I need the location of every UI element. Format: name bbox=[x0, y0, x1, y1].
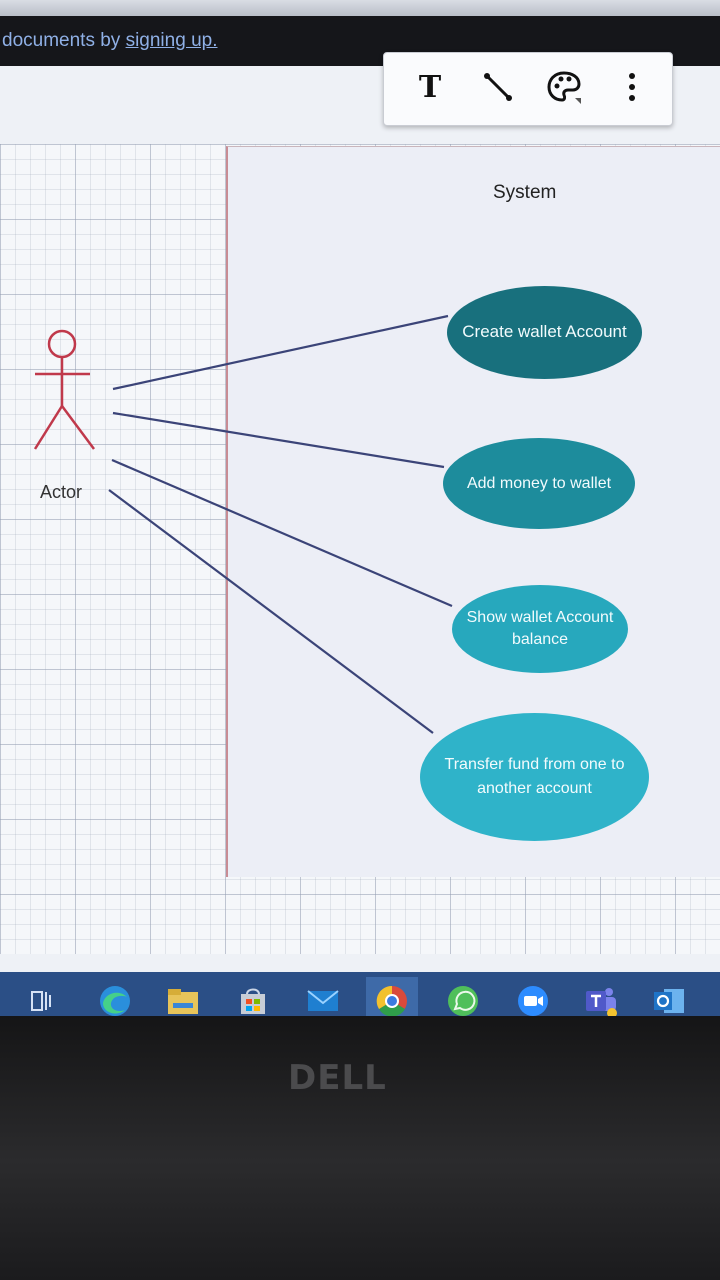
use-case-transfer-fund[interactable]: Transfer fund from one to another accoun… bbox=[420, 713, 649, 841]
use-case-label: Show wallet Account balance bbox=[466, 609, 614, 648]
association-line-1[interactable] bbox=[112, 314, 449, 391]
diagram-connectors bbox=[33, 314, 453, 734]
floating-toolbar: T bbox=[383, 52, 673, 126]
use-case-label: Create wallet Account bbox=[462, 322, 627, 342]
actor-left-leg bbox=[33, 405, 64, 450]
actor-figure[interactable] bbox=[33, 329, 96, 450]
screen: documents by signing up. System Actor Cr… bbox=[0, 16, 720, 1016]
chrome-icon[interactable] bbox=[366, 977, 418, 1016]
store-icon[interactable] bbox=[234, 982, 272, 1016]
use-case-show-balance[interactable]: Show wallet Account balance bbox=[452, 585, 628, 673]
actor-head bbox=[47, 329, 77, 359]
teams-icon[interactable] bbox=[582, 982, 620, 1016]
association-line-3[interactable] bbox=[111, 458, 453, 608]
actor-label: Actor bbox=[40, 482, 83, 502]
whatsapp-icon[interactable] bbox=[444, 982, 482, 1016]
line-tool-icon[interactable] bbox=[478, 67, 518, 107]
laptop-bezel bbox=[0, 1016, 720, 1280]
more-options-icon[interactable] bbox=[612, 67, 652, 107]
use-case-create-wallet[interactable]: Create wallet Account bbox=[447, 286, 642, 379]
use-case-add-money[interactable]: Add money to wallet bbox=[443, 438, 635, 529]
file-explorer-icon[interactable] bbox=[164, 982, 202, 1016]
dell-logo: DELL bbox=[288, 1058, 387, 1098]
task-view-icon[interactable] bbox=[22, 982, 60, 1016]
outlook-icon[interactable] bbox=[650, 982, 688, 1016]
text-tool-icon[interactable]: T bbox=[410, 67, 450, 107]
association-line-4[interactable] bbox=[108, 489, 434, 734]
actor-right-leg bbox=[60, 405, 96, 450]
zoom-icon[interactable] bbox=[514, 982, 552, 1016]
mail-icon[interactable] bbox=[304, 982, 342, 1016]
edge-browser-icon[interactable] bbox=[96, 982, 134, 1016]
use-case-label: Transfer fund from one to another accoun… bbox=[444, 756, 625, 797]
top-bezel bbox=[0, 0, 720, 16]
windows-taskbar bbox=[0, 972, 720, 1016]
association-line-2[interactable] bbox=[112, 411, 445, 469]
use-case-label: Add money to wallet bbox=[466, 474, 612, 492]
color-palette-icon[interactable] bbox=[544, 67, 584, 107]
